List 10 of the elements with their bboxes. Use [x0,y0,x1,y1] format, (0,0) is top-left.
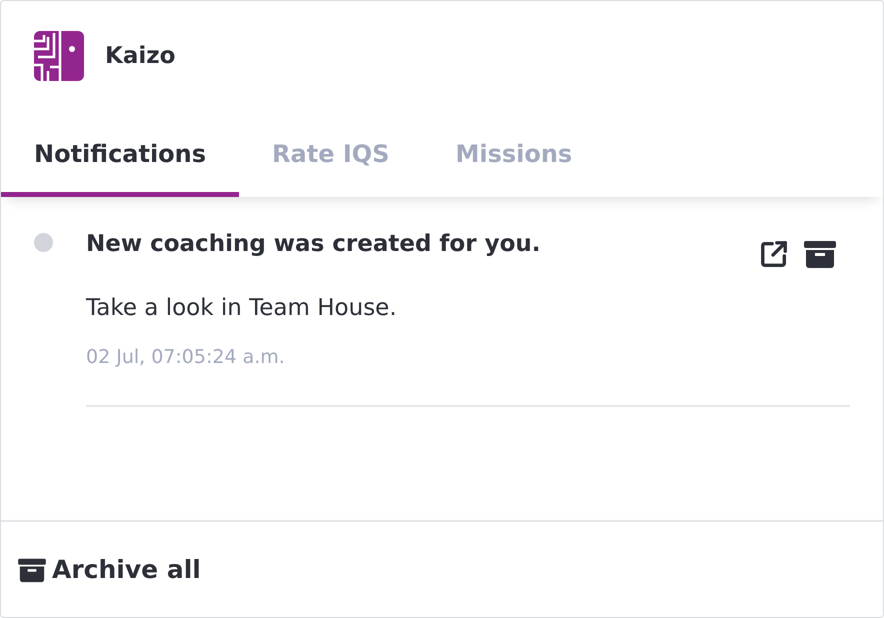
archive-icon [18,556,46,582]
tab[interactable]: Notifications [1,111,240,197]
app-name: Kaizo [105,43,176,69]
external-link-icon[interactable] [758,239,790,269]
notification-title: New coaching was created for you. [86,231,540,257]
notification-body: Take a look in Team House. [86,295,398,321]
archive-all-button[interactable]: Archive all [18,555,201,584]
timestamp: 02 Jul, 07:05:24 a.m. [86,346,286,368]
logo-icon [34,31,84,81]
archive-icon[interactable] [804,239,836,269]
